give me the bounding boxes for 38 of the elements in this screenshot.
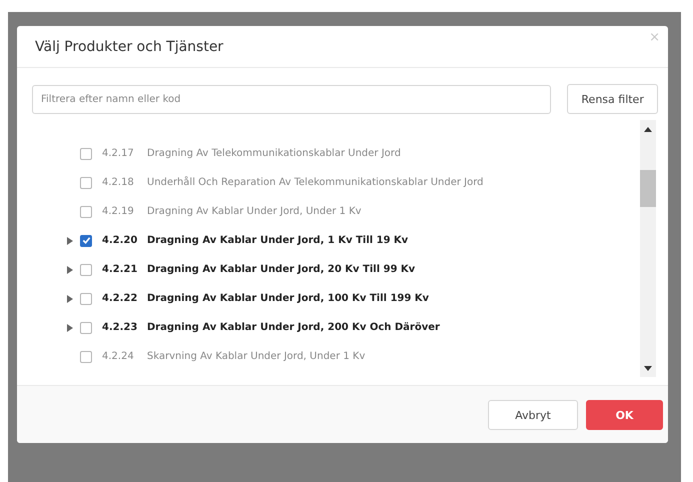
item-name: Dragning Av Kablar Under Jord, 20 Kv Till 99 Kv — [147, 264, 416, 275]
caret-up-icon — [644, 126, 652, 132]
checkbox[interactable] — [80, 234, 92, 246]
expand-arrow-icon[interactable] — [67, 266, 73, 274]
cancel-button[interactable]: Avbryt — [488, 400, 578, 430]
expand-arrow-icon[interactable] — [67, 236, 73, 244]
expand-arrow-icon[interactable] — [67, 324, 73, 332]
item-name: Dragning Av Kablar Under Jord, 200 Kv Och Däröver — [147, 322, 440, 333]
checkbox[interactable] — [80, 350, 92, 362]
scroll-down-button[interactable] — [640, 359, 656, 377]
item-name: Skarvning Av Kablar Under Jord, Under 1 Kv — [147, 351, 366, 362]
expand-arrow-icon[interactable] — [67, 294, 73, 302]
filter-field[interactable]: Filtrera efter namn eller kod — [32, 84, 552, 114]
item-name: Underhåll Och Reparation Av Telekommunikationskablar Under Jord — [147, 177, 484, 188]
scroll-up-button[interactable] — [640, 120, 656, 138]
ok-button[interactable]: OK — [586, 400, 663, 430]
item-name: Dragning Av Kablar Under Jord, 1 Kv Till 19 Kv — [147, 235, 408, 246]
dialog-title: Välj Produkter och Tjänster — [35, 39, 224, 55]
checkbox[interactable] — [80, 206, 92, 218]
clear-filter-button[interactable]: Rensa filter — [567, 84, 658, 114]
item-code: 4.2.20 — [102, 235, 138, 246]
caret-down-icon — [644, 366, 652, 370]
item-name: Dragning Av Telekommunikationskablar Under Jord — [147, 148, 401, 159]
scrollbar-thumb[interactable] — [640, 170, 656, 207]
checkbox[interactable] — [80, 148, 92, 160]
checkbox[interactable] — [80, 176, 92, 188]
checkbox[interactable] — [80, 264, 92, 276]
checkbox[interactable] — [80, 322, 92, 334]
item-code: 4.2.22 — [102, 293, 138, 304]
item-code: 4.2.18 — [102, 177, 135, 188]
item-code: 4.2.23 — [102, 322, 138, 333]
item-name: Dragning Av Kablar Under Jord, 100 Kv Till 199 Kv — [147, 293, 429, 304]
item-code: 4.2.24 — [102, 351, 135, 362]
checkbox[interactable] — [80, 292, 92, 304]
item-code: 4.2.19 — [102, 206, 135, 217]
item-code: 4.2.21 — [102, 264, 138, 275]
item-name: Dragning Av Kablar Under Jord, Under 1 Kv — [147, 206, 362, 217]
item-code: 4.2.17 — [102, 148, 135, 159]
